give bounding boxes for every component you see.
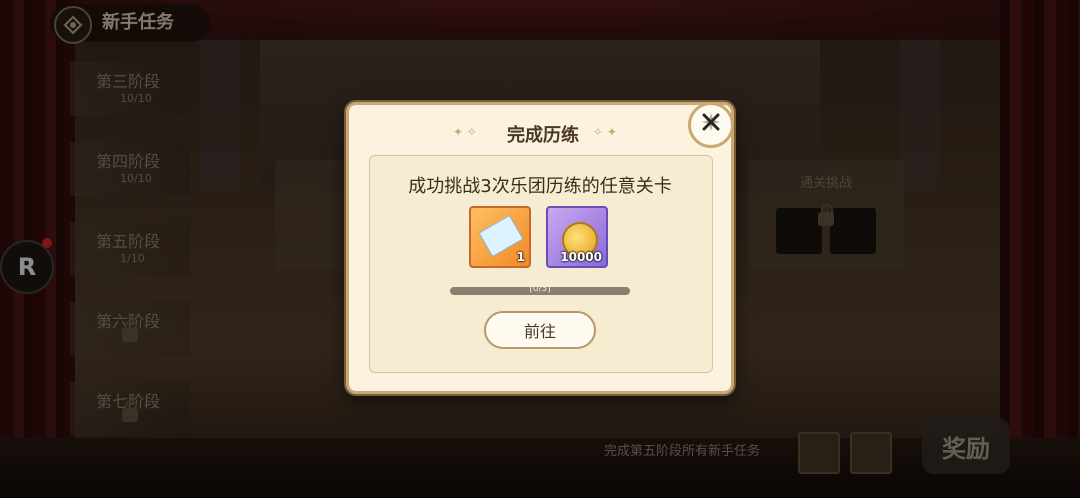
reward-item-ticket[interactable]: 1 [469, 206, 531, 268]
task-description: 成功挑战3次乐团历练的任意关卡 [408, 176, 672, 197]
reward-quantity: 1 [516, 250, 525, 264]
close-button[interactable] [688, 102, 734, 148]
reward-quantity: 10000 [560, 250, 602, 264]
close-icon [699, 110, 723, 140]
reward-item-gold[interactable]: 10000 [546, 206, 608, 268]
title-ornament-icon: ✦ ✧ [453, 125, 477, 139]
task-detail-modal: 完成历练 ✦ ✧ ✧ ✦ [346, 102, 734, 394]
title-ornament-icon: ✧ ✦ [593, 125, 617, 139]
go-button[interactable]: 前往 [484, 311, 596, 349]
modal-title: 完成历练 [507, 125, 579, 146]
task-progress-text: [0/3] [529, 284, 551, 294]
